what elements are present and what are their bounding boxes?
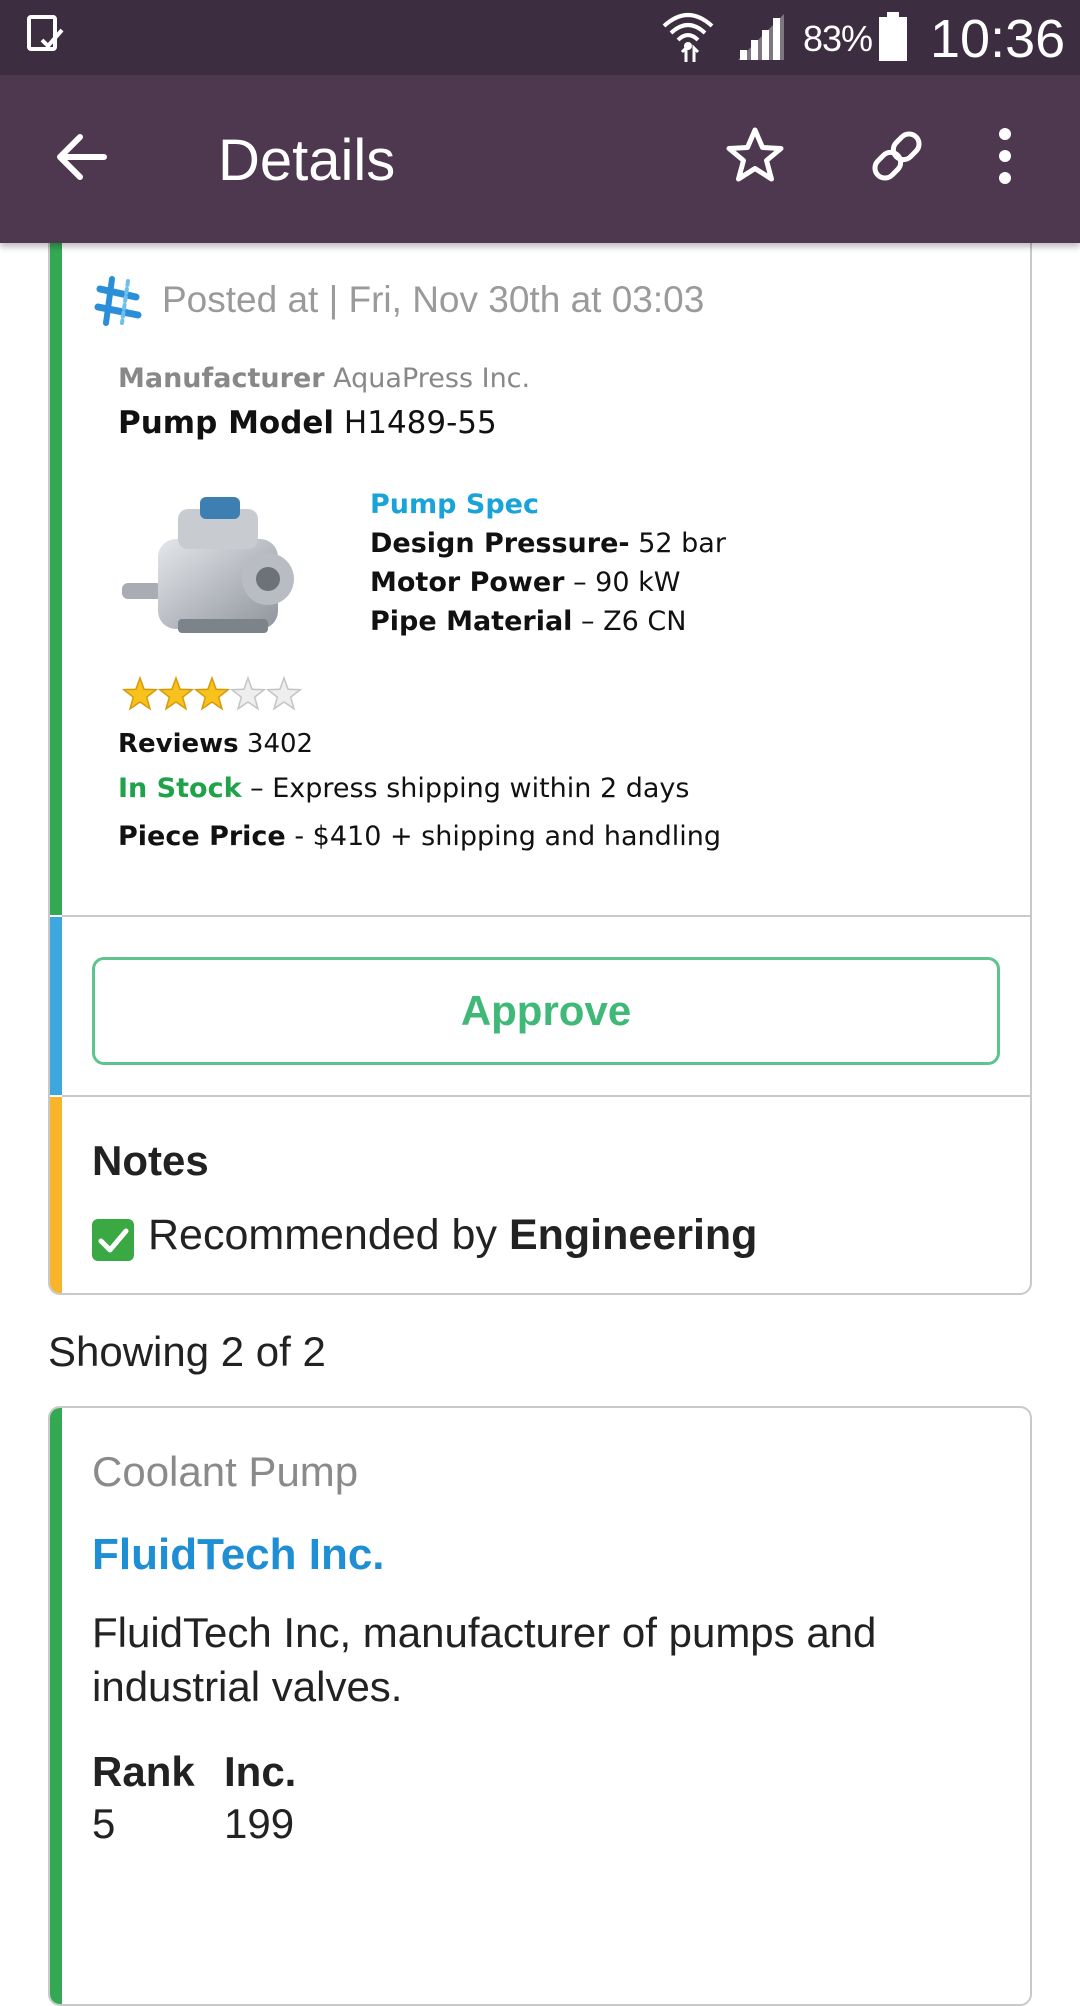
- spec-label: Design Pressure-: [370, 528, 630, 559]
- spec-value: – 90 kW: [564, 567, 681, 598]
- results-count: Showing 2 of 2: [48, 1328, 326, 1375]
- result-company-link[interactable]: FluidTech Inc.: [92, 1530, 385, 1580]
- price-label: Piece Price: [118, 821, 286, 852]
- battery-percent: 83%: [803, 18, 873, 59]
- download-notification-icon: [26, 14, 66, 59]
- star-filled-icon: [193, 675, 231, 711]
- result-description: FluidTech Inc, manufacturer of pumps and…: [92, 1609, 877, 1710]
- price-detail: - $410 + shipping and handling: [285, 821, 721, 852]
- rating-stars: [121, 675, 303, 719]
- detail-card: Posted at | Fri, Nov 30th at 03:03 Manuf…: [48, 243, 1032, 1295]
- star-empty-icon: [265, 675, 303, 711]
- divider: [62, 915, 1030, 917]
- model-line: Pump Model H1489-55: [118, 405, 497, 441]
- wifi-icon: [660, 8, 716, 69]
- price-line: Piece Price - $410 + shipping and handli…: [118, 821, 721, 852]
- spec-value: 52 bar: [629, 528, 726, 559]
- approve-button[interactable]: Approve: [92, 957, 1000, 1065]
- card-stripe-green: [50, 243, 62, 915]
- star-filled-icon: [121, 675, 159, 711]
- inc-column: Inc. 199: [224, 1748, 296, 1848]
- manufacturer-line: Manufacturer AquaPress Inc.: [118, 363, 530, 394]
- check-mark-icon: [92, 1218, 134, 1261]
- reviews-line: Reviews 3402: [118, 729, 313, 759]
- manufacturer-label: Manufacturer: [118, 363, 325, 394]
- pump-spec-title: Pump Spec: [370, 489, 539, 520]
- signal-icon: [736, 12, 786, 67]
- spec-label: Pipe Material: [370, 606, 573, 637]
- notes-line: Recommended by Engineering: [92, 1211, 758, 1261]
- manufacturer-value: AquaPress Inc.: [333, 363, 531, 394]
- rank-column: Rank 5: [92, 1748, 195, 1848]
- rank-label: Rank: [92, 1748, 195, 1795]
- divider: [62, 1095, 1030, 1097]
- notes-team: Engineering: [508, 1211, 758, 1259]
- notes-text: Recommended by: [148, 1211, 497, 1259]
- page-title: Details: [218, 128, 396, 193]
- star-icon[interactable]: [724, 125, 786, 192]
- posted-timestamp: Posted at | Fri, Nov 30th at 03:03: [162, 279, 705, 320]
- result-card[interactable]: Coolant Pump FluidTech Inc. FluidTech In…: [48, 1406, 1032, 2006]
- back-arrow-icon[interactable]: [52, 127, 112, 192]
- card-stripe-blue: [50, 917, 62, 1095]
- spec-label: Motor Power: [370, 567, 565, 598]
- result-category: Coolant Pump: [92, 1448, 359, 1495]
- pump-photo: [118, 479, 318, 653]
- clock: 10:36: [930, 9, 1066, 69]
- star-filled-icon: [157, 675, 195, 711]
- link-icon[interactable]: [866, 125, 928, 192]
- spec-row: Design Pressure- 52 bar: [370, 528, 726, 559]
- inc-label: Inc.: [224, 1748, 297, 1795]
- stock-detail: – Express shipping within 2 days: [241, 773, 690, 804]
- status-bar: 83% 10:36: [0, 0, 1080, 75]
- rank-value: 5: [92, 1800, 116, 1847]
- stock-line: In Stock – Express shipping within 2 day…: [118, 773, 689, 804]
- spec-value: – Z6 CN: [572, 606, 687, 637]
- inc-value: 199: [224, 1800, 295, 1847]
- star-empty-icon: [229, 675, 267, 711]
- spec-row: Motor Power – 90 kW: [370, 567, 726, 598]
- spec-row: Pipe Material – Z6 CN: [370, 606, 726, 637]
- battery-icon: [878, 12, 908, 67]
- card-stripe-green: [50, 1408, 62, 2004]
- model-label: Pump Model: [118, 405, 335, 441]
- stock-status: In Stock: [118, 773, 242, 804]
- more-vert-icon[interactable]: [990, 125, 1020, 192]
- reviews-label: Reviews: [118, 729, 239, 759]
- app-logo-icon: [92, 275, 144, 332]
- app-bar: Details: [0, 75, 1080, 243]
- reviews-count: 3402: [246, 729, 314, 759]
- model-value: H1489-55: [343, 405, 497, 441]
- notes-title: Notes: [92, 1137, 209, 1184]
- card-stripe-yellow: [50, 1097, 62, 1293]
- pump-spec: Pump Spec Design Pressure- 52 bar Motor …: [370, 489, 726, 645]
